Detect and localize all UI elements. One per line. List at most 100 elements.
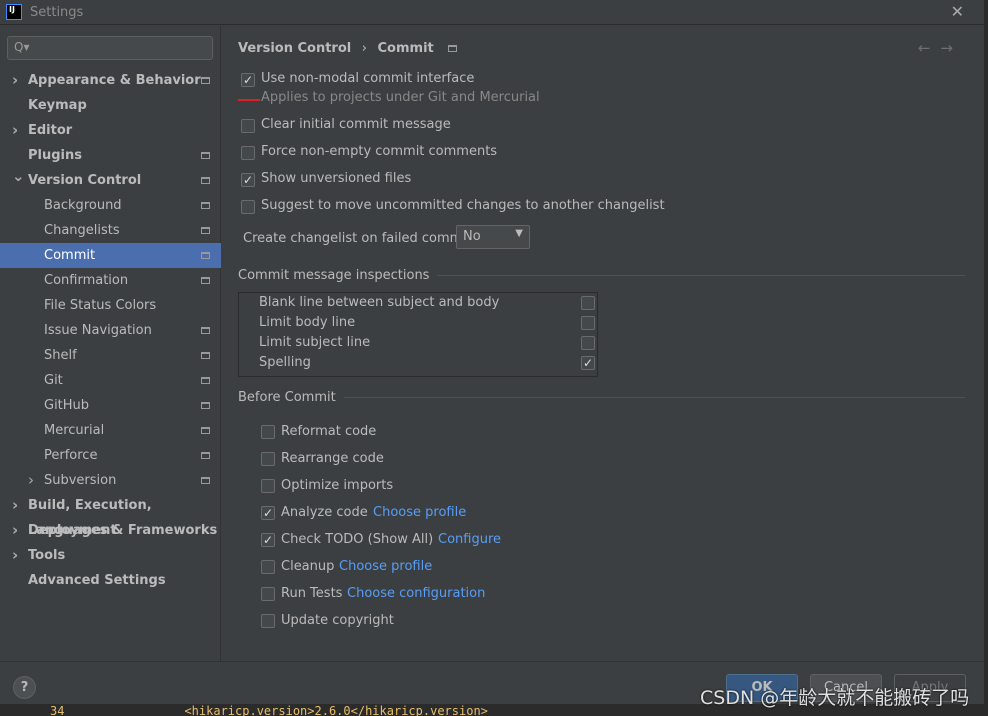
before-commit-label: Cleanup (281, 559, 335, 574)
search-input[interactable]: Q▾ (7, 36, 213, 60)
configure-link[interactable]: Choose configuration (347, 586, 485, 601)
before-commit-section-header: Before Commit (238, 390, 965, 405)
sidebar-item-plugins[interactable]: Plugins (0, 143, 221, 168)
sidebar-item-advanced-settings[interactable]: Advanced Settings (0, 568, 221, 593)
sidebar-item-label: Advanced Settings (28, 573, 166, 588)
chevron-down-icon[interactable]: ⌄ (12, 164, 25, 189)
before-commit-checkbox[interactable] (261, 479, 275, 493)
sidebar-item-appearance-behavior[interactable]: › Appearance & Behavior (0, 68, 221, 93)
inspection-row[interactable]: Spelling ✓ (239, 354, 597, 374)
before-commit-checkbox[interactable]: ✓ (261, 506, 275, 520)
option-checkbox[interactable]: ✓ (241, 73, 255, 87)
inspection-label: Spelling (259, 355, 311, 370)
chevron-down-icon: ▼ (515, 228, 523, 239)
sidebar-item-issue-navigation[interactable]: Issue Navigation (0, 318, 221, 343)
sidebar-item-file-status-colors[interactable]: File Status Colors (0, 293, 221, 318)
configure-link[interactable]: Configure (438, 532, 501, 547)
changelist-value: No (463, 229, 481, 244)
inspection-row[interactable]: Limit body line (239, 314, 597, 334)
before-commit-title: Before Commit (238, 390, 336, 405)
sidebar-item-label: Version Control (28, 173, 142, 188)
watermark: CSDN @年龄大就不能搬砖了吗 (700, 687, 970, 709)
option-hint: Applies to projects under Git and Mercur… (261, 90, 540, 105)
inspection-label: Limit subject line (259, 335, 371, 350)
option-checkbox[interactable]: ✓ (241, 173, 255, 187)
sidebar-item-label: Perforce (44, 448, 98, 463)
sidebar-item-commit[interactable]: Commit (0, 243, 221, 268)
option-checkbox[interactable] (241, 146, 255, 160)
chevron-right-icon[interactable]: › (12, 118, 18, 143)
red-underline-annotation (238, 99, 260, 101)
sidebar-item-keymap[interactable]: Keymap (0, 93, 221, 118)
sidebar-item-changelists[interactable]: Changelists (0, 218, 221, 243)
inspection-checkbox[interactable]: ✓ (581, 356, 595, 370)
settings-dialog: IJ Settings ✕ Q▾ › Appearance & Behavior K… (0, 0, 985, 704)
inspection-row[interactable]: Limit subject line (239, 334, 597, 354)
sidebar-item-editor[interactable]: › Editor (0, 118, 221, 143)
project-scope-icon (201, 352, 210, 359)
sidebar-item-build-execution-deployment[interactable]: › Build, Execution, Deployment (0, 493, 221, 538)
code-line: <hikaricp.version>2.6.0</hikaricp.versio… (184, 704, 488, 716)
chevron-right-icon[interactable]: › (12, 518, 18, 543)
inspection-label: Limit body line (259, 315, 356, 330)
commit-settings-panel: Version Control › Commit ←→ ✓ Use non-mod… (222, 26, 985, 661)
sidebar-item-mercurial[interactable]: Mercurial (0, 418, 221, 443)
option-checkbox[interactable] (241, 200, 255, 214)
sidebar-item-git[interactable]: Git (0, 368, 221, 393)
sidebar-item-label: Languages & Frameworks (28, 523, 218, 538)
sidebar-item-label: File Status Colors (44, 298, 157, 313)
intellij-logo-icon: IJ (6, 4, 22, 20)
sidebar-item-label: Shelf (44, 348, 77, 363)
project-scope-icon (201, 277, 210, 284)
sidebar-item-background[interactable]: Background (0, 193, 221, 218)
before-commit-label: Rearrange code (281, 451, 384, 466)
sidebar-item-label: Issue Navigation (44, 323, 152, 338)
help-button[interactable]: ? (13, 676, 36, 699)
sidebar-item-languages-frameworks[interactable]: › Languages & Frameworks (0, 518, 221, 543)
project-scope-icon (201, 452, 210, 459)
window-title: Settings (30, 4, 84, 20)
before-commit-checkbox[interactable] (261, 560, 275, 574)
before-commit-checkbox[interactable]: ✓ (261, 533, 275, 547)
before-commit-checkbox[interactable] (261, 614, 275, 628)
configure-link[interactable]: Choose profile (339, 559, 432, 574)
option-checkbox[interactable] (241, 119, 255, 133)
chevron-right-icon[interactable]: › (28, 468, 34, 493)
sidebar-item-label: Mercurial (44, 423, 105, 438)
before-commit-checkbox[interactable] (261, 425, 275, 439)
project-scope-icon (448, 45, 458, 52)
sidebar-item-label: Confirmation (44, 273, 129, 288)
breadcrumb: Version Control › Commit (238, 41, 458, 56)
sidebar-item-label: Changelists (44, 223, 120, 238)
before-commit-label: Optimize imports (281, 478, 394, 493)
project-scope-icon (201, 427, 210, 434)
back-arrow-icon[interactable]: ← (918, 39, 941, 57)
chevron-right-icon[interactable]: › (12, 68, 18, 93)
sidebar-item-subversion[interactable]: › Subversion (0, 468, 221, 493)
chevron-right-icon[interactable]: › (12, 543, 18, 568)
breadcrumb-parent[interactable]: Version Control (238, 41, 351, 56)
inspections-section-header: Commit message inspections (238, 268, 965, 283)
sidebar-item-version-control[interactable]: ⌄ Version Control (0, 167, 221, 193)
project-scope-icon (201, 377, 210, 384)
sidebar-item-perforce[interactable]: Perforce (0, 443, 221, 468)
sidebar-item-github[interactable]: GitHub (0, 393, 221, 418)
sidebar-item-shelf[interactable]: Shelf (0, 343, 221, 368)
inspection-checkbox[interactable] (581, 336, 595, 350)
changelist-select[interactable]: No ▼ (456, 225, 530, 249)
forward-arrow-icon[interactable]: → (940, 39, 963, 57)
breadcrumb-current: Commit (377, 41, 434, 56)
inspection-row[interactable]: Blank line between subject and body (239, 294, 597, 314)
configure-link[interactable]: Choose profile (373, 505, 466, 520)
before-commit-checkbox[interactable] (261, 452, 275, 466)
sidebar-item-tools[interactable]: › Tools (0, 543, 221, 568)
inspection-checkbox[interactable] (581, 296, 595, 310)
before-commit-checkbox[interactable] (261, 587, 275, 601)
inspection-checkbox[interactable] (581, 316, 595, 330)
close-icon[interactable]: ✕ (951, 2, 964, 21)
option-label: Suggest to move uncommitted changes to a… (261, 198, 665, 213)
changelist-label: Create changelist on failed commit: (243, 231, 476, 246)
inspections-table: Blank line between subject and body Limit… (238, 292, 598, 377)
chevron-right-icon[interactable]: › (12, 493, 18, 518)
sidebar-item-confirmation[interactable]: Confirmation (0, 268, 221, 293)
